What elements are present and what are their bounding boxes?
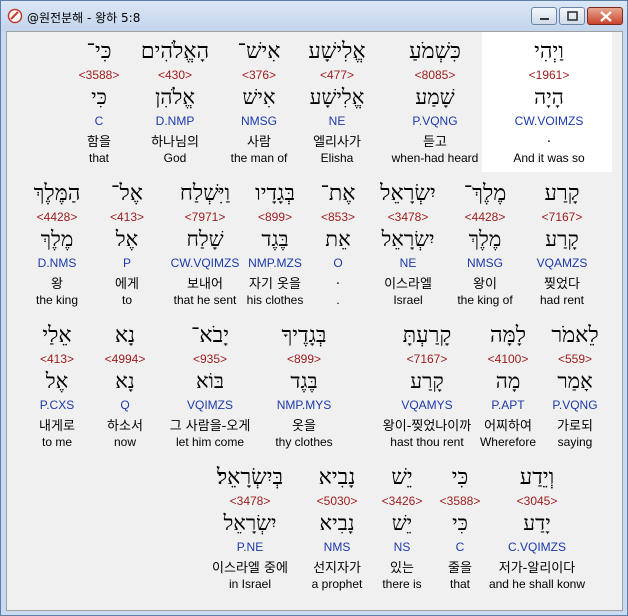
close-icon	[600, 11, 612, 22]
korean-gloss: 왕이-찢었나이까	[382, 419, 472, 434]
morph-code: C	[94, 114, 104, 128]
korean-gloss: 이스라엘 중에	[212, 561, 288, 576]
lemma-word: הָיָה	[534, 85, 564, 109]
hebrew-word: וַיְהִי	[534, 39, 564, 64]
english-gloss: in Israel	[228, 577, 272, 591]
strong-number: <7167>	[406, 352, 448, 366]
title-bar[interactable]: @원전분해 - 왕하 5:8	[1, 1, 627, 31]
minimize-button[interactable]	[531, 7, 557, 25]
morph-code: P.CXS	[39, 398, 75, 412]
morph-code: CW.VOIMZS	[514, 114, 584, 128]
lemma-word: קָרַע	[410, 369, 444, 393]
korean-gloss: 내게로	[39, 419, 75, 434]
lemma-word: כִּי	[91, 85, 107, 109]
close-button[interactable]	[587, 7, 623, 25]
korean-gloss: 함을	[87, 135, 111, 150]
maximize-button[interactable]	[559, 7, 585, 25]
strong-number: <1961>	[528, 68, 570, 82]
korean-gloss: 왕	[51, 277, 63, 292]
hebrew-word: בְּיִשְׂרָאֵל׃	[216, 465, 284, 490]
hebrew-word: כִּי־	[86, 39, 112, 64]
strong-number: <413>	[39, 352, 75, 366]
morph-code: VQAMYS	[401, 398, 453, 412]
minimize-icon	[540, 18, 549, 20]
hebrew-word: אֵלַי	[42, 323, 72, 348]
english-gloss: And it was so	[513, 151, 585, 165]
korean-gloss: .	[546, 131, 552, 146]
window-title: @원전분해 - 왕하 5:8	[27, 11, 141, 25]
hebrew-word: הַמֶּלֶךְ	[33, 181, 81, 206]
morph-code: P.NE	[236, 540, 264, 554]
app-window: @원전분해 - 왕하 5:8 וַיְהִי <1961> הָיָה CW.VOIM…	[0, 0, 628, 616]
english-gloss: that	[88, 151, 109, 165]
lemma-word: אֶל	[45, 369, 69, 393]
strong-number: <3478>	[229, 494, 271, 508]
lemma-word: מֶלֶךְ	[40, 227, 74, 251]
strong-number: <4428>	[36, 210, 78, 224]
hebrew-word: קָרַעְתָּ	[402, 323, 452, 348]
english-gloss: to me	[41, 435, 72, 449]
english-gloss: the king	[35, 293, 79, 307]
morph-code: D.NMS	[37, 256, 77, 270]
strong-number: <3588>	[78, 68, 120, 82]
verse-analysis-panel: וַיְהִי <1961> הָיָה CW.VOIMZS. And it was s…	[6, 31, 623, 611]
maximize-icon	[567, 11, 578, 21]
english-gloss: hast thou rent	[390, 435, 464, 449]
bible-app-icon	[7, 8, 23, 24]
lemma-word: יִשְׂרָאֵל	[223, 511, 277, 535]
